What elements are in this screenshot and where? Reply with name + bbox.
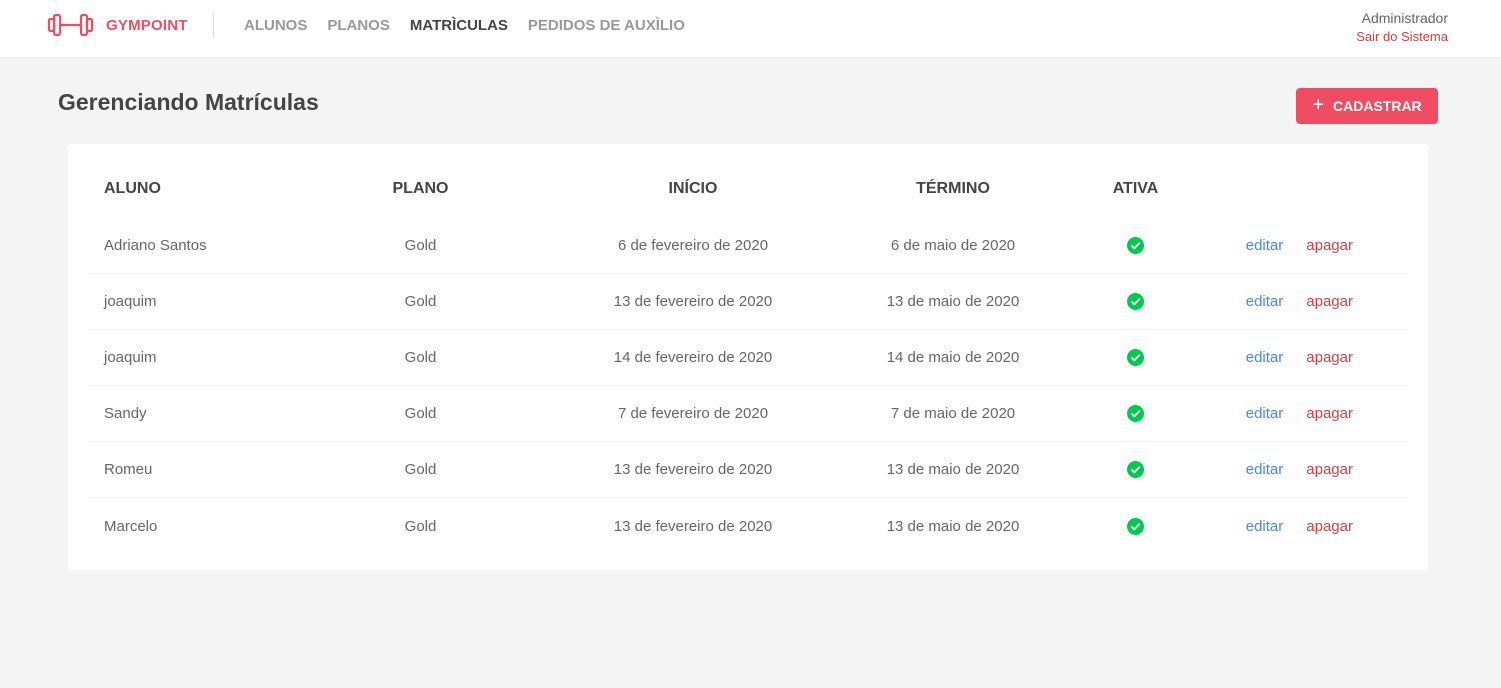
plan-name: Gold bbox=[404, 349, 437, 366]
active-status bbox=[1053, 405, 1218, 422]
column-header-start: INÍCIO bbox=[668, 180, 718, 197]
table-row: Sandy Gold 7 de fevereiro de 2020 7 de maio… bbox=[88, 386, 1408, 442]
table-row: Marcelo Gold 13 de fevereiro de 2020 13 de … bbox=[88, 498, 1408, 554]
student-name: Romeu bbox=[104, 461, 153, 478]
plan-name: Gold bbox=[404, 517, 437, 535]
active-status bbox=[1053, 237, 1218, 254]
start-date: 13 de fevereiro de 2020 bbox=[613, 293, 773, 310]
add-enrollment-button[interactable]: + CADASTRAR bbox=[1296, 88, 1438, 124]
start-date: 7 de fevereiro de 2020 bbox=[617, 405, 769, 422]
plan-name: Gold bbox=[404, 293, 437, 310]
main-nav: ALUNOS PLANOS MATRÌCULAS PEDIDOS DE AUXÌ… bbox=[244, 17, 685, 34]
active-status bbox=[1053, 461, 1218, 478]
delete-link[interactable]: apagar bbox=[1306, 518, 1353, 535]
table-header: ALUNO PLANO INÍCIO TÉRMINO ATIVA bbox=[88, 160, 1408, 218]
dumbbell-icon bbox=[47, 13, 94, 37]
column-header-end: TÉRMINO bbox=[916, 180, 990, 197]
table-row: joaquim Gold 14 de fevereiro de 2020 14 de … bbox=[88, 330, 1408, 386]
delete-link[interactable]: apagar bbox=[1306, 405, 1353, 422]
active-status bbox=[1053, 293, 1218, 310]
student-name: Adriano Santos bbox=[104, 237, 207, 254]
end-date: 7 de maio de 2020 bbox=[890, 405, 1016, 422]
enrollments-table: ALUNO PLANO INÍCIO TÉRMINO ATIVA Adriano… bbox=[88, 160, 1408, 554]
end-date: 14 de maio de 2020 bbox=[886, 349, 1020, 366]
brand-name: GYMPOINT bbox=[106, 16, 188, 34]
end-date: 13 de maio de 2020 bbox=[886, 461, 1020, 478]
top-navbar: GYMPOINT ALUNOS PLANOS MATRÌCULAS PEDIDO… bbox=[0, 0, 1501, 58]
nav-divider bbox=[213, 13, 214, 38]
column-header-active: ATIVA bbox=[1112, 180, 1159, 197]
edit-link[interactable]: editar bbox=[1246, 237, 1284, 254]
delete-link[interactable]: apagar bbox=[1306, 237, 1353, 254]
start-date: 14 de fevereiro de 2020 bbox=[613, 349, 773, 366]
start-date: 13 de fevereiro de 2020 bbox=[613, 517, 773, 535]
logout-link[interactable]: Sair do Sistema bbox=[1356, 29, 1448, 44]
table-row: joaquim Gold 13 de fevereiro de 2020 13 de … bbox=[88, 274, 1408, 330]
edit-link[interactable]: editar bbox=[1246, 405, 1284, 422]
delete-link[interactable]: apagar bbox=[1306, 349, 1353, 366]
row-actions: editar apagar bbox=[1218, 518, 1408, 535]
edit-link[interactable]: editar bbox=[1246, 518, 1284, 535]
delete-link[interactable]: apagar bbox=[1306, 293, 1353, 310]
student-name: Sandy bbox=[104, 405, 147, 422]
user-panel: Administrador Sair do Sistema bbox=[1356, 10, 1448, 44]
column-header-plan: PLANO bbox=[392, 180, 449, 197]
column-header-student: ALUNO bbox=[104, 180, 161, 197]
start-date: 6 de fevereiro de 2020 bbox=[617, 237, 769, 254]
edit-link[interactable]: editar bbox=[1246, 461, 1284, 478]
page-title: Gerenciando Matrículas bbox=[58, 89, 319, 115]
active-status bbox=[1053, 349, 1218, 366]
row-actions: editar apagar bbox=[1218, 293, 1408, 310]
end-date: 6 de maio de 2020 bbox=[890, 237, 1016, 254]
enrollments-card: ALUNO PLANO INÍCIO TÉRMINO ATIVA Adriano… bbox=[68, 144, 1428, 570]
start-date: 13 de fevereiro de 2020 bbox=[613, 461, 773, 478]
delete-link[interactable]: apagar bbox=[1306, 461, 1353, 478]
table-body: Adriano Santos Gold 6 de fevereiro de 2020… bbox=[88, 218, 1408, 554]
edit-link[interactable]: editar bbox=[1246, 349, 1284, 366]
nav-item-matriculas[interactable]: MATRÌCULAS bbox=[410, 17, 508, 34]
check-circle-icon bbox=[1127, 517, 1144, 535]
plan-name: Gold bbox=[404, 405, 437, 422]
plan-name: Gold bbox=[404, 461, 437, 478]
end-date: 13 de maio de 2020 bbox=[886, 293, 1020, 310]
add-button-label: CADASTRAR bbox=[1333, 98, 1422, 114]
check-circle-icon bbox=[1127, 237, 1144, 254]
nav-item-planos[interactable]: PLANOS bbox=[327, 17, 390, 34]
end-date: 13 de maio de 2020 bbox=[886, 517, 1020, 535]
student-name: Marcelo bbox=[104, 517, 158, 535]
edit-link[interactable]: editar bbox=[1246, 293, 1284, 310]
row-actions: editar apagar bbox=[1218, 349, 1408, 366]
row-actions: editar apagar bbox=[1218, 237, 1408, 254]
nav-item-pedidos-de-auxilio[interactable]: PEDIDOS DE AUXÌLIO bbox=[528, 17, 685, 34]
row-actions: editar apagar bbox=[1218, 461, 1408, 478]
row-actions: editar apagar bbox=[1218, 405, 1408, 422]
student-name: joaquim bbox=[104, 293, 157, 310]
check-circle-icon bbox=[1127, 405, 1144, 422]
student-name: joaquim bbox=[104, 349, 157, 366]
active-status bbox=[1053, 517, 1218, 535]
nav-item-alunos[interactable]: ALUNOS bbox=[244, 17, 307, 34]
table-row: Adriano Santos Gold 6 de fevereiro de 2020… bbox=[88, 218, 1408, 274]
table-row: Romeu Gold 13 de fevereiro de 2020 13 de ma… bbox=[88, 442, 1408, 498]
brand-logo[interactable]: GYMPOINT bbox=[47, 12, 188, 38]
user-name: Administrador bbox=[1361, 10, 1448, 26]
plus-icon: + bbox=[1312, 94, 1324, 116]
plan-name: Gold bbox=[404, 237, 437, 254]
check-circle-icon bbox=[1127, 349, 1144, 366]
check-circle-icon bbox=[1127, 461, 1144, 478]
check-circle-icon bbox=[1127, 293, 1144, 310]
